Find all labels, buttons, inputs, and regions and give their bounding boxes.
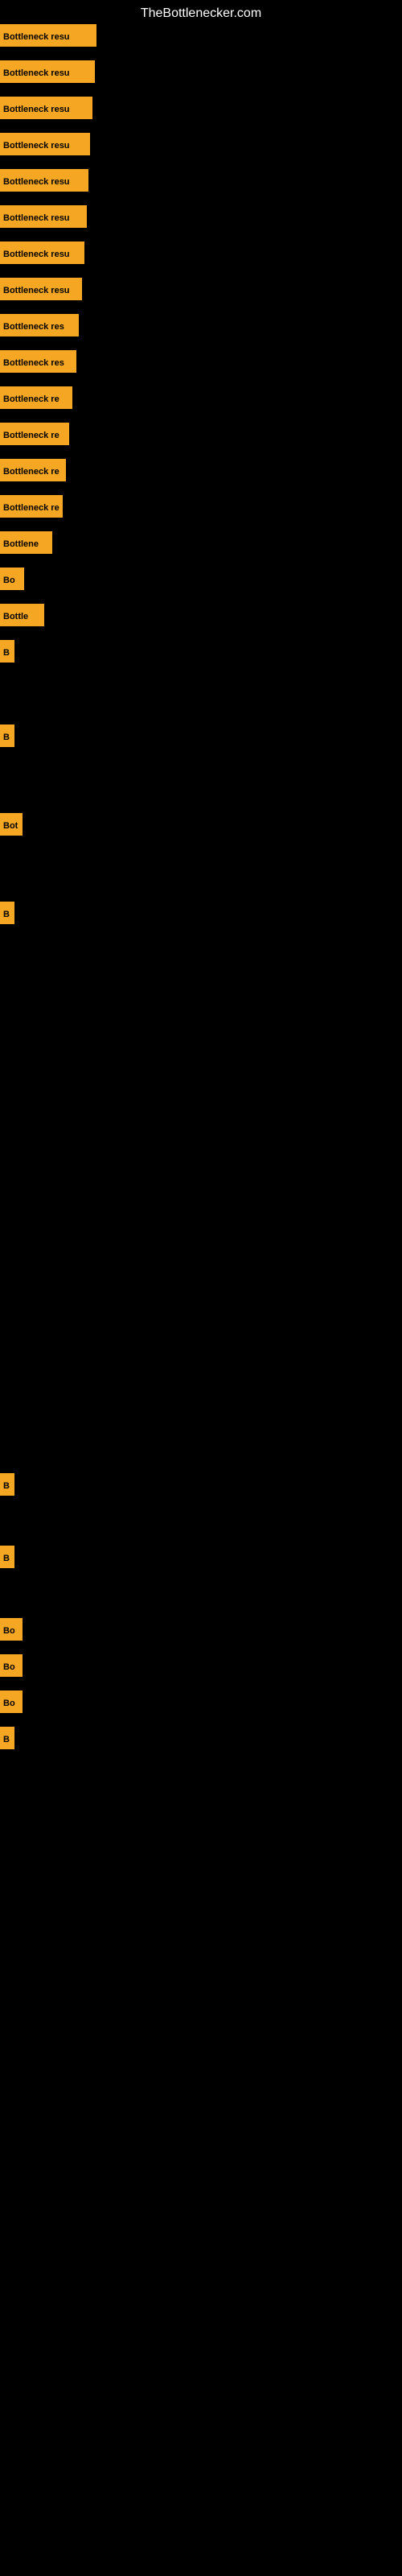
bar-item-21: B (0, 902, 14, 924)
bar-label-22: B (0, 1473, 14, 1496)
bar-label-4: Bottleneck resu (0, 133, 90, 155)
bar-label-21: B (0, 902, 14, 924)
bar-item-5: Bottleneck resu (0, 169, 88, 192)
bar-label-25: Bo (0, 1654, 23, 1677)
bar-label-24: Bo (0, 1618, 23, 1641)
bar-item-6: Bottleneck resu (0, 205, 87, 228)
bar-item-2: Bottleneck resu (0, 60, 95, 83)
bar-item-4: Bottleneck resu (0, 133, 90, 155)
bar-label-16: Bo (0, 568, 24, 590)
bar-item-23: B (0, 1546, 14, 1568)
bar-label-9: Bottleneck res (0, 314, 79, 336)
bar-item-9: Bottleneck res (0, 314, 79, 336)
bar-item-11: Bottleneck re (0, 386, 72, 409)
bar-item-22: B (0, 1473, 14, 1496)
bar-label-15: Bottlene (0, 531, 52, 554)
bar-label-18: B (0, 640, 14, 663)
bar-item-14: Bottleneck re (0, 495, 63, 518)
bar-item-27: B (0, 1727, 14, 1749)
bar-item-13: Bottleneck re (0, 459, 66, 481)
bar-label-1: Bottleneck resu (0, 24, 96, 47)
bar-label-19: B (0, 724, 14, 747)
bar-item-16: Bo (0, 568, 24, 590)
bar-label-2: Bottleneck resu (0, 60, 95, 83)
bar-label-17: Bottle (0, 604, 44, 626)
bar-label-20: Bot (0, 813, 23, 836)
bar-label-7: Bottleneck resu (0, 242, 84, 264)
bar-item-8: Bottleneck resu (0, 278, 82, 300)
bar-label-8: Bottleneck resu (0, 278, 82, 300)
bar-label-27: B (0, 1727, 14, 1749)
bar-item-19: B (0, 724, 14, 747)
bar-label-26: Bo (0, 1690, 23, 1713)
bar-label-10: Bottleneck res (0, 350, 76, 373)
bar-item-17: Bottle (0, 604, 44, 626)
bar-item-10: Bottleneck res (0, 350, 76, 373)
bar-label-11: Bottleneck re (0, 386, 72, 409)
bar-item-18: B (0, 640, 14, 663)
bar-label-14: Bottleneck re (0, 495, 63, 518)
bar-item-20: Bot (0, 813, 23, 836)
bar-item-26: Bo (0, 1690, 23, 1713)
bar-label-13: Bottleneck re (0, 459, 66, 481)
bar-item-25: Bo (0, 1654, 23, 1677)
bar-label-3: Bottleneck resu (0, 97, 92, 119)
bar-label-23: B (0, 1546, 14, 1568)
bar-item-15: Bottlene (0, 531, 52, 554)
site-title: TheBottlenecker.com (0, 0, 402, 27)
bar-label-5: Bottleneck resu (0, 169, 88, 192)
bar-label-6: Bottleneck resu (0, 205, 87, 228)
bar-item-7: Bottleneck resu (0, 242, 84, 264)
bar-item-3: Bottleneck resu (0, 97, 92, 119)
bar-item-12: Bottleneck re (0, 423, 69, 445)
bar-label-12: Bottleneck re (0, 423, 69, 445)
bar-item-1: Bottleneck resu (0, 24, 96, 47)
bar-item-24: Bo (0, 1618, 23, 1641)
